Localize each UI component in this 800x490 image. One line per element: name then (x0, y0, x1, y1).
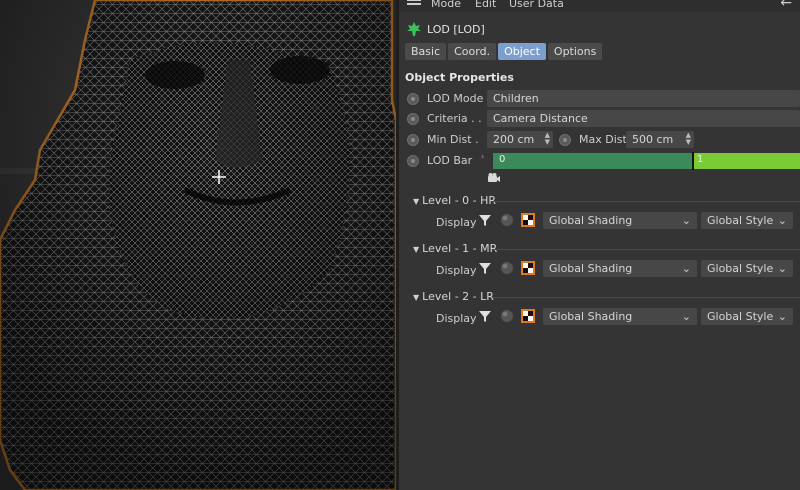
attribute-manager: Mode Edit User Data ← LOD [LOD] Basic Co… (399, 0, 800, 490)
level-2-header[interactable]: ▼ Level - 2 - LR (413, 290, 494, 303)
min-dist-animate-toggle[interactable] (407, 134, 419, 146)
lod-mode-dropdown[interactable]: Children (487, 90, 800, 107)
menu-edit[interactable]: Edit (475, 0, 496, 10)
max-dist-animate-toggle[interactable] (559, 134, 571, 146)
object-name: LOD [LOD] (427, 22, 485, 36)
tab-object[interactable]: Object (498, 43, 546, 60)
max-dist-spinner-icon[interactable]: ▲ ▼ (686, 132, 691, 146)
level-0-style-value: Global Style (707, 214, 774, 227)
bust-mesh (0, 0, 396, 490)
level-1-title: Level - 1 - MR (422, 242, 498, 255)
level-2-shading-value: Global Shading (549, 310, 633, 323)
level-1-style-dropdown[interactable]: Global Style ⌄ (701, 260, 793, 277)
max-dist-label: Max Dist (579, 133, 627, 146)
filter-icon[interactable] (478, 309, 492, 323)
chevron-down-icon: ⌄ (777, 262, 787, 275)
chevron-down-icon: ⌄ (777, 310, 787, 323)
min-dist-value: 200 cm (493, 133, 535, 146)
hamburger-menu-icon[interactable] (407, 0, 421, 9)
section-object-properties: Object Properties (405, 71, 514, 84)
lod-bar[interactable]: 0 1 (493, 152, 800, 170)
level-0-header[interactable]: ▼ Level - 0 - HR (413, 194, 496, 207)
min-dist-label: Min Dist . (427, 133, 479, 146)
level-0-divider (493, 201, 800, 202)
tab-basic[interactable]: Basic (405, 43, 447, 60)
lod-bar-segment-1[interactable] (693, 153, 800, 169)
lod-bar-segment-0-label: 0 (499, 154, 506, 165)
lod-mode-animate-toggle[interactable] (407, 93, 419, 105)
lod-bar-handle[interactable] (692, 152, 694, 170)
level-0-title: Level - 0 - HR (422, 194, 497, 207)
level-2-shading-dropdown[interactable]: Global Shading ⌄ (543, 308, 697, 325)
chevron-down-icon: ⌄ (777, 214, 787, 227)
lod-mode-label: LOD Mode (427, 92, 484, 105)
lod-bar-label: LOD Bar (427, 154, 473, 167)
shading-sphere-icon[interactable] (500, 261, 514, 275)
level-1-shading-value: Global Shading (549, 262, 633, 275)
criteria-dropdown[interactable]: Camera Distance (487, 110, 800, 127)
checker-texture-icon[interactable] (521, 309, 535, 323)
level-1-style-value: Global Style (707, 262, 774, 275)
viewport[interactable] (0, 0, 396, 490)
shading-sphere-icon[interactable] (500, 213, 514, 227)
criteria-value: Camera Distance (493, 112, 588, 125)
level-2-display-label: Display (436, 312, 477, 325)
level-2-title: Level - 2 - LR (422, 290, 494, 303)
max-dist-value: 500 cm (632, 133, 674, 146)
lod-mode-value: Children (493, 92, 539, 105)
chevron-down-icon: ⌄ (681, 310, 691, 323)
chevron-down-icon: ⌄ (681, 262, 691, 275)
menu-bar: Mode Edit User Data ← (399, 0, 800, 12)
level-0-shading-dropdown[interactable]: Global Shading ⌄ (543, 212, 697, 229)
min-dist-input[interactable]: 200 cm ▲ ▼ (487, 131, 553, 148)
collapse-triangle-icon[interactable]: ▼ (413, 197, 419, 206)
menu-user-data[interactable]: User Data (509, 0, 564, 10)
level-2-style-dropdown[interactable]: Global Style ⌄ (701, 308, 793, 325)
level-0-display-label: Display (436, 216, 477, 229)
collapse-triangle-icon[interactable]: ▼ (413, 293, 419, 302)
level-1-header[interactable]: ▼ Level - 1 - MR (413, 242, 497, 255)
level-1-display-label: Display (436, 264, 477, 277)
chevron-down-icon: ⌄ (681, 214, 691, 227)
tab-bar: Basic Coord. Object Options (405, 43, 604, 60)
lod-bar-segment-0[interactable] (493, 153, 693, 169)
level-1-divider (493, 249, 800, 250)
criteria-label: Criteria . . (427, 112, 482, 125)
filter-icon[interactable] (478, 261, 492, 275)
menu-mode[interactable]: Mode (431, 0, 461, 10)
tab-options[interactable]: Options (547, 43, 603, 60)
lod-leaf-icon (407, 22, 421, 36)
camera-icon[interactable] (487, 172, 501, 184)
lod-bar-expand-arrow-icon[interactable]: › (481, 152, 484, 161)
min-dist-spinner-icon[interactable]: ▲ ▼ (545, 132, 550, 146)
criteria-animate-toggle[interactable] (407, 113, 419, 125)
level-2-style-value: Global Style (707, 310, 774, 323)
level-0-style-dropdown[interactable]: Global Style ⌄ (701, 212, 793, 229)
collapse-triangle-icon[interactable]: ▼ (413, 245, 419, 254)
lod-bar-animate-toggle[interactable] (407, 155, 419, 167)
level-1-shading-dropdown[interactable]: Global Shading ⌄ (543, 260, 697, 277)
max-dist-input[interactable]: 500 cm ▲ ▼ (626, 131, 694, 148)
back-arrow-icon[interactable]: ← (780, 0, 792, 11)
lod-bar-segment-1-label: 1 (697, 154, 704, 165)
filter-icon[interactable] (478, 213, 492, 227)
object-title: LOD [LOD] (407, 20, 485, 38)
shading-sphere-icon[interactable] (500, 309, 514, 323)
level-0-shading-value: Global Shading (549, 214, 633, 227)
checker-texture-icon[interactable] (521, 261, 535, 275)
checker-texture-icon[interactable] (521, 213, 535, 227)
level-2-divider (493, 297, 800, 298)
tab-coord[interactable]: Coord. (448, 43, 497, 60)
